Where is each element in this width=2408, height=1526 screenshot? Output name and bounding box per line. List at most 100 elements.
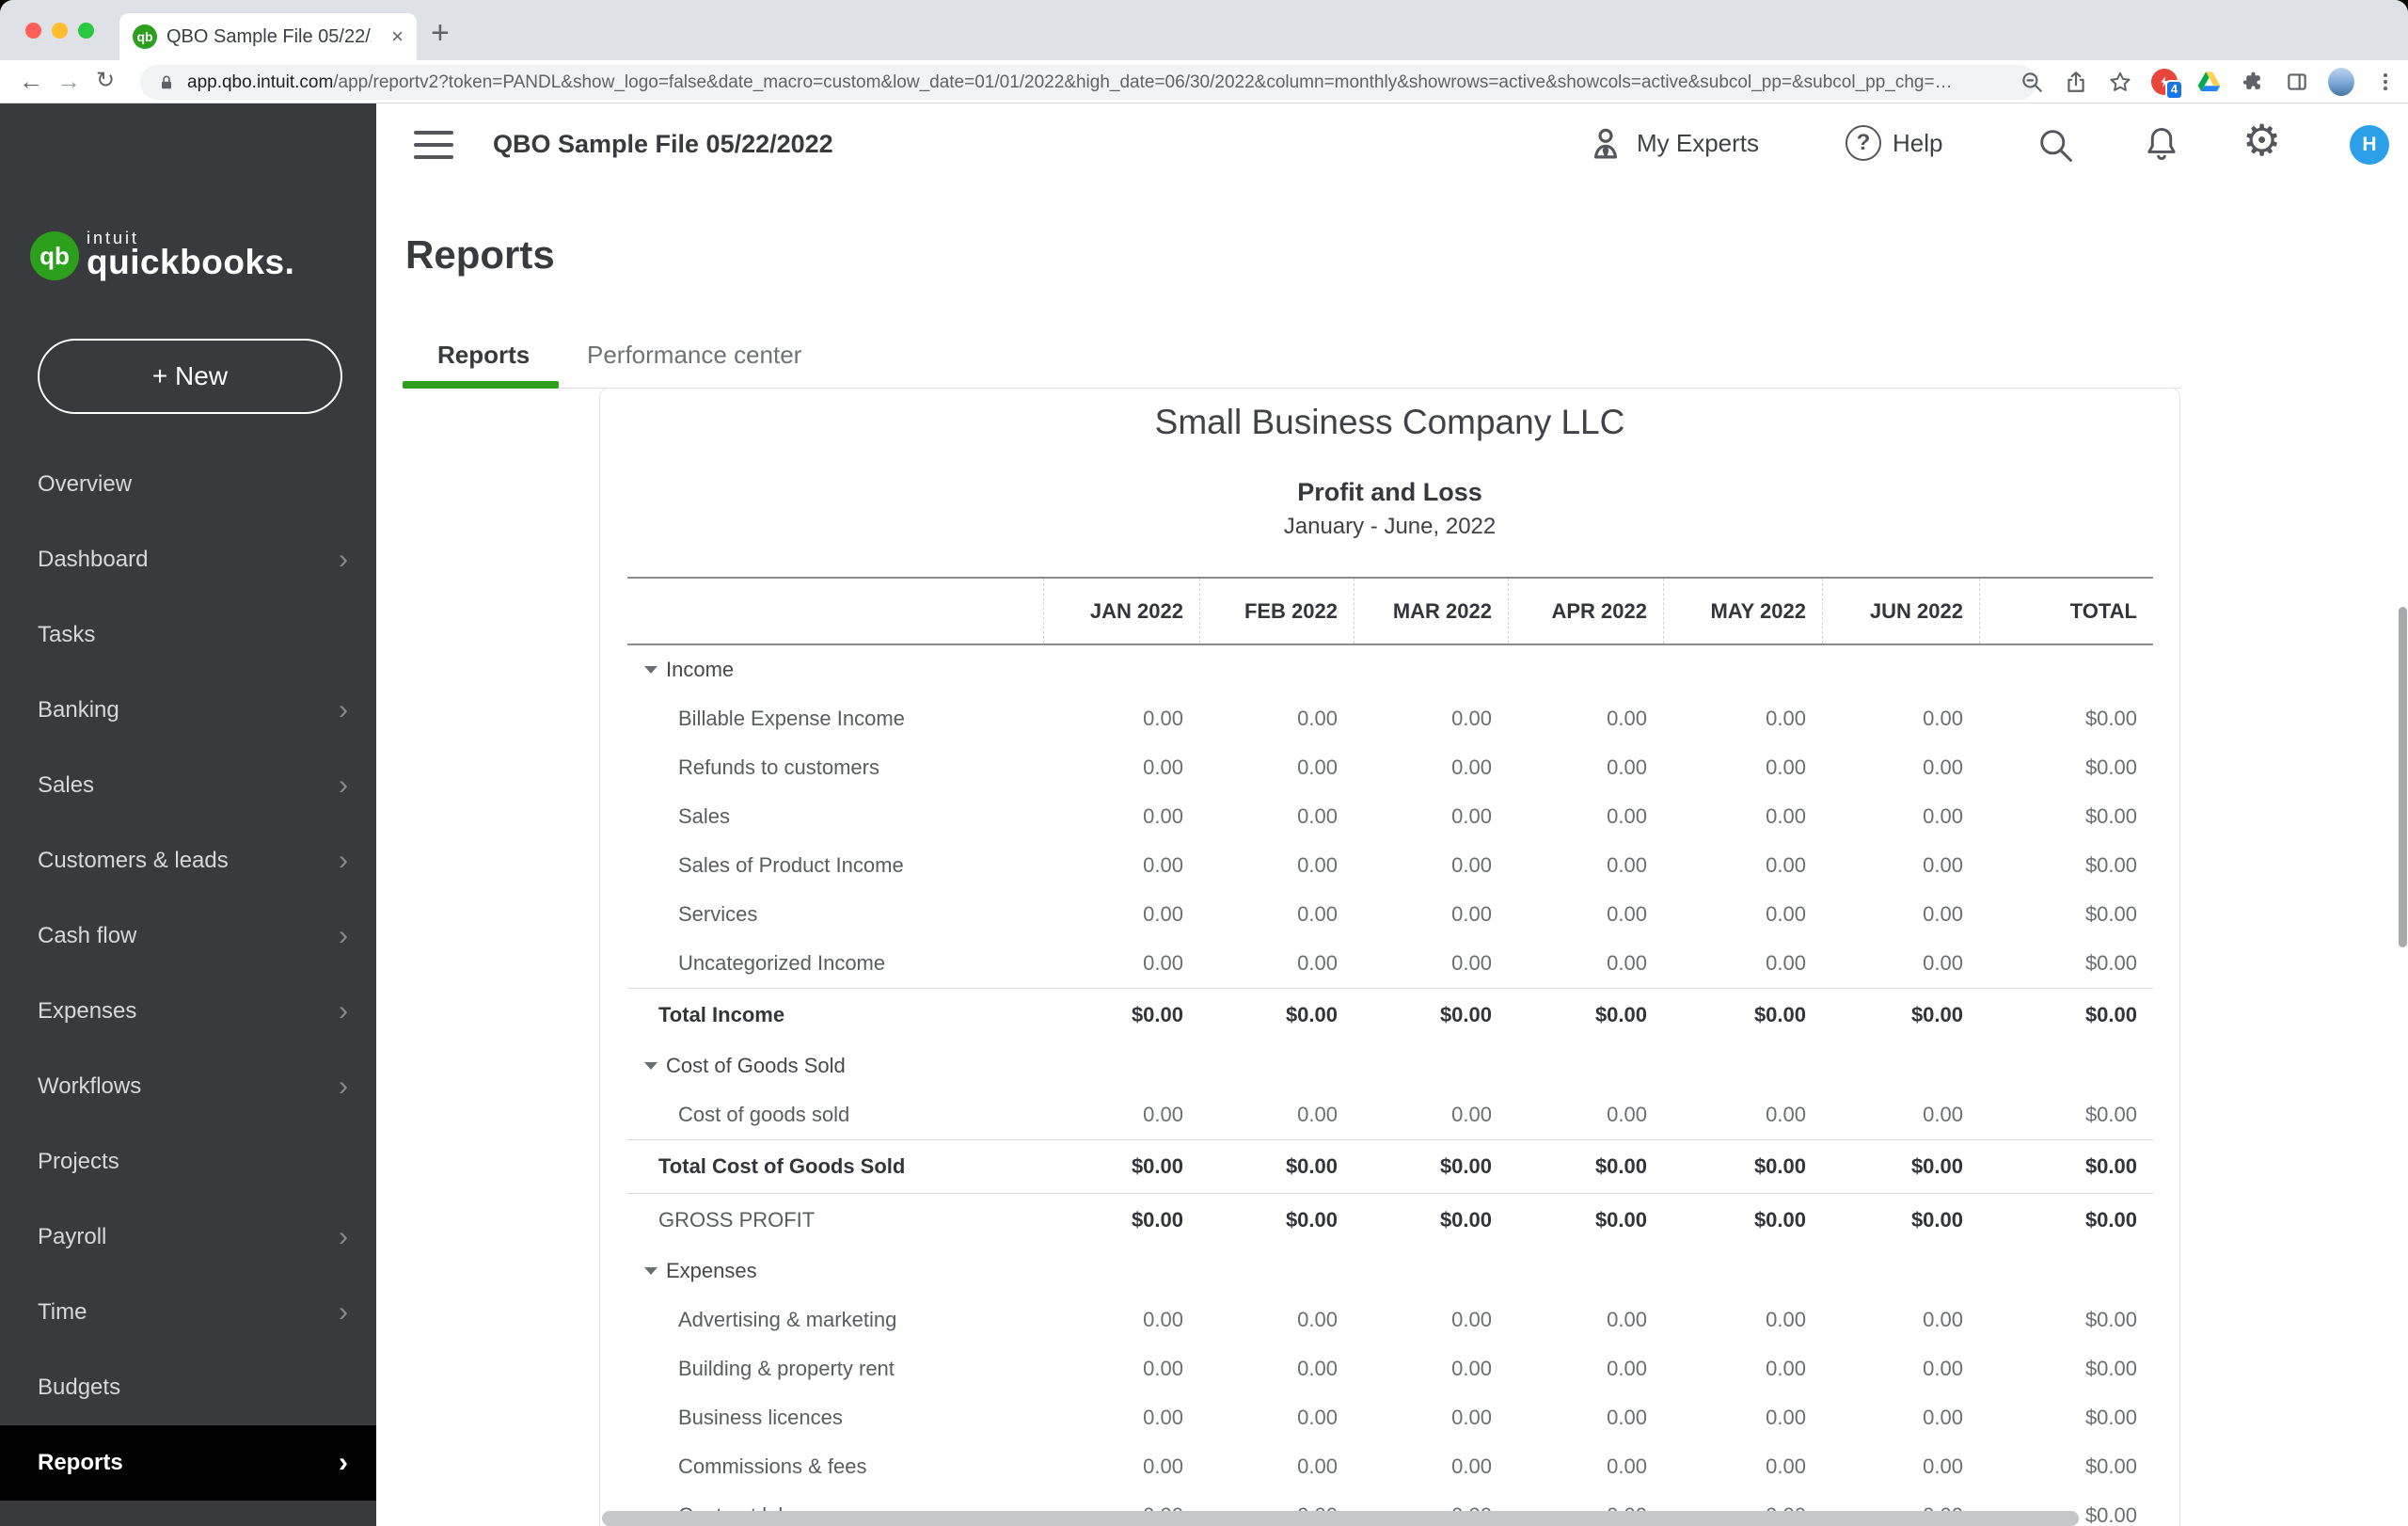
amount-cell[interactable]: 0.00 [1508, 1406, 1663, 1430]
amount-cell[interactable]: 0.00 [1822, 707, 1979, 731]
collapse-triangle-icon[interactable] [644, 1062, 657, 1070]
amount-cell[interactable]: 0.00 [1043, 1406, 1199, 1430]
new-tab-button[interactable]: + [431, 15, 450, 52]
amount-cell[interactable]: 0.00 [1822, 951, 1979, 976]
sidebar-item-tasks[interactable]: Tasks [0, 597, 376, 673]
amount-cell[interactable]: 0.00 [1354, 755, 1508, 780]
amount-cell[interactable]: 0.00 [1508, 755, 1663, 780]
amount-cell[interactable]: 0.00 [1663, 853, 1822, 878]
amount-cell[interactable]: 0.00 [1199, 755, 1354, 780]
amount-cell[interactable]: 0.00 [1508, 1308, 1663, 1332]
amount-cell[interactable]: 0.00 [1822, 1454, 1979, 1479]
amount-cell[interactable]: $0.00 [1979, 804, 2153, 829]
amount-cell[interactable]: $0.00 [1979, 1406, 2153, 1430]
amount-cell[interactable]: $0.00 [1979, 951, 2153, 976]
reload-icon[interactable]: ↻ [96, 66, 115, 96]
amount-cell[interactable]: 0.00 [1508, 853, 1663, 878]
my-experts-button[interactable]: My Experts [1586, 123, 1759, 163]
zoom-indicator-icon[interactable] [2019, 69, 2045, 95]
amount-cell[interactable]: 0.00 [1199, 1406, 1354, 1430]
amount-cell[interactable]: 0.00 [1354, 1308, 1508, 1332]
sidebar-item-budgets[interactable]: Budgets [0, 1350, 376, 1425]
sidebar-item-taxes[interactable]: Taxes› [0, 1501, 376, 1526]
amount-cell[interactable]: $0.00 [1979, 1103, 2153, 1127]
amount-cell[interactable]: 0.00 [1043, 1454, 1199, 1479]
sidebar-item-banking[interactable]: Banking› [0, 673, 376, 748]
amount-cell[interactable]: 0.00 [1043, 755, 1199, 780]
back-icon[interactable]: ← [19, 66, 43, 96]
amount-cell[interactable]: 0.00 [1354, 951, 1508, 976]
extension-red-icon[interactable]: 4 [2151, 69, 2178, 95]
sidebar-item-projects[interactable]: Projects [0, 1124, 376, 1200]
collapse-triangle-icon[interactable] [644, 1267, 657, 1275]
amount-cell[interactable]: 0.00 [1508, 707, 1663, 731]
close-window-button[interactable] [25, 23, 41, 39]
sidebar-item-customers-leads[interactable]: Customers & leads› [0, 823, 376, 898]
amount-cell[interactable]: 0.00 [1663, 1103, 1822, 1127]
amount-cell[interactable]: 0.00 [1199, 1308, 1354, 1332]
amount-cell[interactable]: 0.00 [1508, 1454, 1663, 1479]
amount-cell[interactable]: $0.00 [1979, 902, 2153, 927]
address-bar[interactable]: app.qbo.intuit.com/app/reportv2?token=PA… [140, 65, 2036, 100]
amount-cell[interactable]: $0.00 [1979, 853, 2153, 878]
sidebar-item-expenses[interactable]: Expenses› [0, 974, 376, 1049]
search-button[interactable] [2035, 124, 2076, 166]
hamburger-menu-icon[interactable] [414, 131, 453, 159]
amount-cell[interactable]: 0.00 [1354, 853, 1508, 878]
horizontal-scrollbar[interactable] [602, 1511, 2079, 1526]
amount-cell[interactable]: 0.00 [1354, 1357, 1508, 1381]
amount-cell[interactable]: 0.00 [1822, 755, 1979, 780]
browser-menu-dots-icon[interactable] [2372, 69, 2399, 95]
forward-icon[interactable]: → [56, 66, 81, 96]
amount-cell[interactable]: $0.00 [1979, 707, 2153, 731]
amount-cell[interactable]: 0.00 [1199, 853, 1354, 878]
amount-cell[interactable]: 0.00 [1199, 1103, 1354, 1127]
amount-cell[interactable]: 0.00 [1043, 1308, 1199, 1332]
amount-cell[interactable]: 0.00 [1663, 951, 1822, 976]
share-icon[interactable] [2063, 69, 2089, 95]
amount-cell[interactable]: 0.00 [1508, 951, 1663, 976]
amount-cell[interactable]: 0.00 [1354, 1454, 1508, 1479]
amount-cell[interactable]: 0.00 [1354, 804, 1508, 829]
amount-cell[interactable]: 0.00 [1663, 1406, 1822, 1430]
amount-cell[interactable]: 0.00 [1043, 951, 1199, 976]
vertical-scrollbar[interactable] [2399, 607, 2407, 947]
amount-cell[interactable]: 0.00 [1354, 707, 1508, 731]
google-drive-icon[interactable] [2195, 69, 2222, 95]
amount-cell[interactable]: 0.00 [1199, 1357, 1354, 1381]
amount-cell[interactable]: 0.00 [1508, 1103, 1663, 1127]
bookmark-star-icon[interactable] [2107, 69, 2133, 95]
sidebar-item-payroll[interactable]: Payroll› [0, 1200, 376, 1275]
sidebar-item-dashboard[interactable]: Dashboard› [0, 522, 376, 597]
help-button[interactable]: ? Help [1846, 125, 1942, 161]
minimize-window-button[interactable] [52, 23, 68, 39]
amount-cell[interactable]: 0.00 [1663, 755, 1822, 780]
sidebar-item-overview[interactable]: Overview [0, 447, 376, 522]
browser-profile-avatar[interactable] [2328, 69, 2354, 95]
amount-cell[interactable]: 0.00 [1663, 707, 1822, 731]
amount-cell[interactable]: 0.00 [1663, 1357, 1822, 1381]
amount-cell[interactable]: 0.00 [1822, 1357, 1979, 1381]
amount-cell[interactable]: 0.00 [1822, 1406, 1979, 1430]
amount-cell[interactable]: $0.00 [1979, 755, 2153, 780]
sidebar-item-sales[interactable]: Sales› [0, 748, 376, 823]
amount-cell[interactable]: 0.00 [1822, 853, 1979, 878]
sidebar-item-reports[interactable]: Reports› [0, 1425, 376, 1501]
amount-cell[interactable]: 0.00 [1199, 902, 1354, 927]
amount-cell[interactable]: 0.00 [1822, 902, 1979, 927]
amount-cell[interactable]: 0.00 [1199, 1454, 1354, 1479]
user-avatar[interactable]: H [2350, 125, 2389, 165]
amount-cell[interactable]: $0.00 [1979, 1308, 2153, 1332]
amount-cell[interactable]: 0.00 [1508, 902, 1663, 927]
sidebar-item-cash-flow[interactable]: Cash flow› [0, 898, 376, 974]
amount-cell[interactable]: $0.00 [1979, 1454, 2153, 1479]
amount-cell[interactable]: 0.00 [1199, 707, 1354, 731]
amount-cell[interactable]: 0.00 [1354, 902, 1508, 927]
extensions-puzzle-icon[interactable] [2240, 69, 2266, 95]
amount-cell[interactable]: 0.00 [1043, 902, 1199, 927]
amount-cell[interactable]: 0.00 [1822, 804, 1979, 829]
amount-cell[interactable]: 0.00 [1663, 902, 1822, 927]
amount-cell[interactable]: 0.00 [1043, 804, 1199, 829]
amount-cell[interactable]: 0.00 [1508, 804, 1663, 829]
browser-tab[interactable]: qb QBO Sample File 05/22/2022 - × [119, 13, 417, 60]
